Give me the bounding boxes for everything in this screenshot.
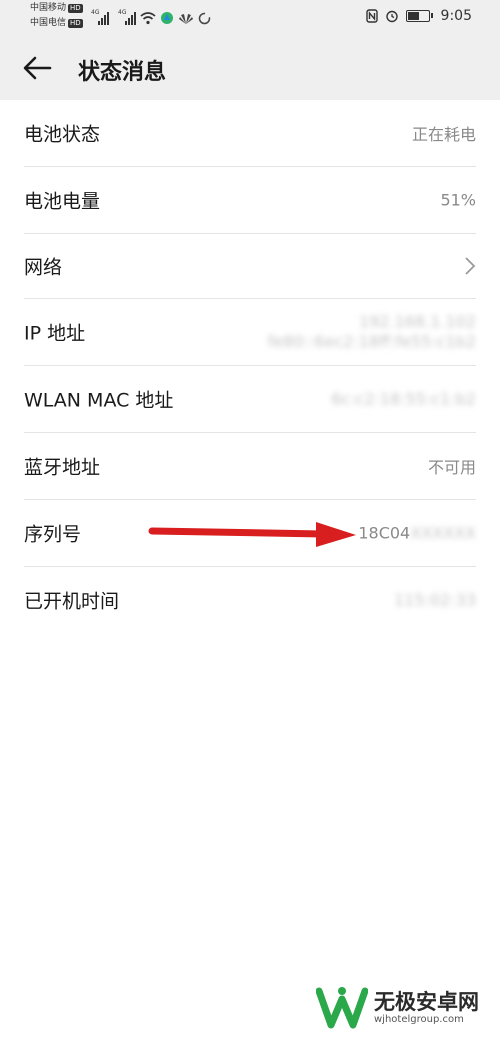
row-value: 不可用 (427, 458, 476, 477)
network-type-2: 4G (118, 9, 127, 16)
hd-badge-2: HD (68, 19, 83, 28)
carrier-2-name: 中国电信 (30, 18, 67, 28)
signal-icon-2: 4G (118, 9, 136, 25)
watermark-logo-icon (316, 987, 368, 1029)
row-value: 51% (440, 190, 476, 210)
row-label: 蓝牙地址 (24, 456, 101, 479)
sync-icon (198, 12, 211, 25)
app-bar: 状态消息 (0, 34, 500, 100)
network-type-1: 4G (91, 9, 100, 16)
watermark-text: 无极安卓网 wjhotelgroup.com (374, 990, 479, 1025)
page-title: 状态消息 (78, 60, 167, 85)
carrier-1: 中国移动 HD (30, 3, 83, 14)
wlan-mac-value: 6c:c2:18:55:c1:b2 (331, 389, 476, 409)
row-label: WLAN MAC 地址 (24, 389, 174, 412)
back-button[interactable] (20, 51, 54, 85)
row-value: 115:02:33 (394, 591, 476, 610)
row-label: 电池电量 (24, 190, 101, 213)
row-label: 网络 (24, 256, 63, 279)
wlan-mac-row: WLAN MAC 地址 6c:c2:18:55:c1:b2 (24, 366, 476, 433)
hd-badge: HD (68, 4, 83, 13)
status-icons-right: 9:05 (365, 8, 472, 24)
carrier-1-name: 中国移动 (30, 3, 67, 13)
uptime-row: 已开机时间 115:02:33 (24, 567, 476, 633)
battery-icon (405, 10, 433, 22)
ip-address-values: 192.168.1.102 fe80::6ec2:18ff:fe55:c1b2 (268, 312, 476, 352)
row-label: 已开机时间 (24, 590, 120, 613)
annotation-arrow (148, 522, 356, 547)
watermark-url: wjhotelgroup.com (374, 1013, 464, 1025)
clock: 9:05 (440, 8, 472, 24)
status-list: 电池状态 正在耗电 电池电量 51% 网络 IP 地址 192.168.1.10… (24, 100, 476, 633)
ip-v6-value: fe80::6ec2:18ff:fe55:c1b2 (267, 332, 476, 351)
huawei-icon (179, 14, 193, 24)
watermark-name: 无极安卓网 (374, 989, 479, 1014)
status-bar: 中国移动 HD 中国电信 HD 4G 4G 9:05 (0, 0, 500, 34)
bluetooth-address-row: 蓝牙地址 不可用 (24, 433, 476, 500)
ip-v4-value: 192.168.1.102 (358, 312, 476, 331)
carrier-2: 中国电信 HD (30, 18, 83, 29)
battery-status-row: 电池状态 正在耗电 (24, 100, 476, 167)
status-icons-left: 4G 4G (91, 9, 211, 25)
row-label: IP 地址 (24, 322, 86, 345)
ip-address-row: IP 地址 192.168.1.102 fe80::6ec2:18ff:fe55… (24, 299, 476, 366)
battery-level-row: 电池电量 51% (24, 167, 476, 234)
signal-icon: 4G (91, 9, 109, 25)
alarm-icon (385, 10, 398, 23)
row-value: 18C04XXXXXX (358, 524, 476, 543)
app-icon (161, 12, 173, 24)
chevron-right-icon (465, 257, 476, 275)
nfc-icon (365, 9, 378, 23)
uptime-value: 115:02:33 (393, 590, 476, 610)
wifi-icon (140, 12, 156, 25)
row-value: 6c:c2:18:55:c1:b2 (331, 390, 476, 409)
row-label: 序列号 (24, 523, 82, 546)
network-row[interactable]: 网络 (24, 234, 476, 299)
row-value: 正在耗电 (411, 125, 476, 144)
watermark: 无极安卓网 wjhotelgroup.com (316, 985, 479, 1029)
row-label: 电池状态 (24, 123, 101, 146)
serial-number-hidden: XXXXXX (410, 523, 476, 543)
arrow-left-icon (23, 56, 52, 80)
serial-number-visible: 18C04 (358, 523, 411, 543)
